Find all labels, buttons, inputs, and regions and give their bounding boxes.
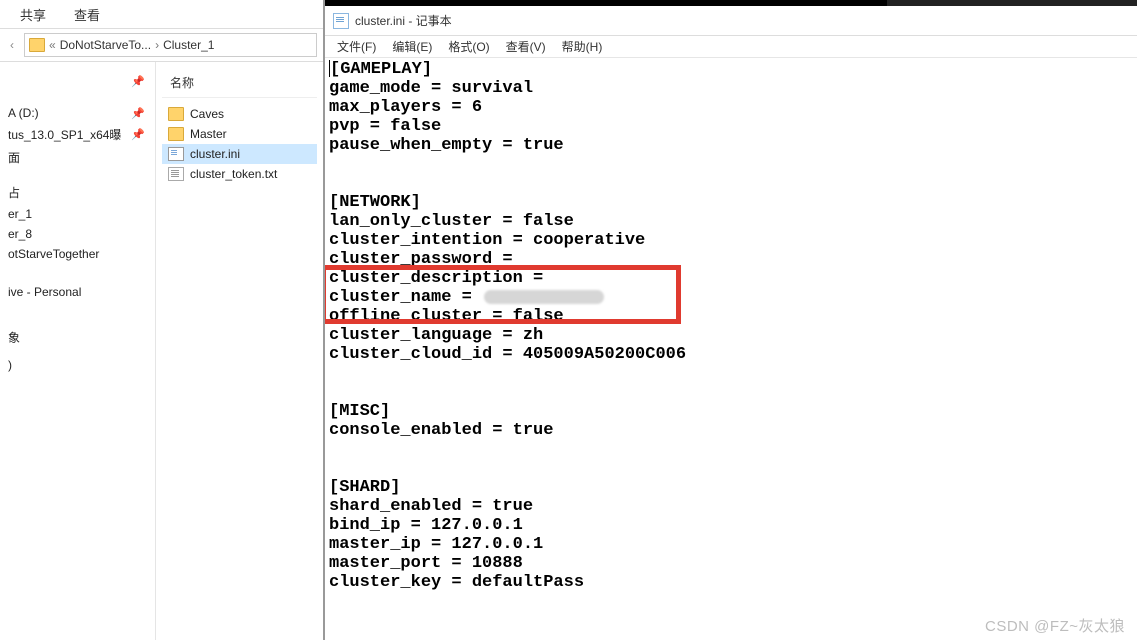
nav-back-icon[interactable]: ‹	[6, 35, 18, 55]
txt-file-icon	[168, 167, 184, 181]
watermark-text: CSDN @FZ~灰太狼	[985, 615, 1125, 636]
nav-item[interactable]: er_8	[0, 224, 155, 244]
nav-item[interactable]: tus_13.0_SP1_x64曝 📌	[0, 123, 155, 146]
nav-item[interactable]: 象	[0, 326, 155, 349]
editor-line: [NETWORK]	[329, 193, 1133, 212]
tab-share[interactable]: 共享	[6, 1, 60, 28]
editor-line: lan_only_cluster = false	[329, 212, 1133, 231]
navigation-pane: 📌 A (D:) 📌 tus_13.0_SP1_x64曝 📌 面占 er_1 er_8 otSt…	[0, 62, 156, 640]
redacted-value	[484, 290, 604, 304]
nav-item-label: 象	[8, 329, 20, 346]
editor-line: [GAMEPLAY]	[329, 60, 1133, 79]
file-row[interactable]: cluster_token.txt	[162, 164, 317, 184]
file-explorer-window: 共享 查看 ‹ « DoNotStarveTo... › Cluster_1 📌…	[0, 0, 325, 640]
notepad-app-icon	[333, 13, 349, 29]
file-name-label: Master	[190, 127, 227, 141]
editor-line: console_enabled = true	[329, 421, 1133, 440]
folder-icon	[29, 38, 45, 52]
folder-icon	[168, 127, 184, 141]
menu-edit[interactable]: 编辑(E)	[386, 36, 438, 57]
editor-line: max_players = 6	[329, 98, 1133, 117]
editor-line	[329, 440, 1133, 459]
nav-item[interactable]: )	[0, 355, 155, 375]
file-row[interactable]: Master	[162, 124, 317, 144]
chevron-right-icon: ›	[155, 38, 159, 52]
nav-item-label: 占	[8, 184, 20, 201]
nav-item[interactable]: A (D:) 📌	[0, 103, 155, 123]
nav-item-label: otStarveTogether	[8, 247, 99, 261]
explorer-body: 📌 A (D:) 📌 tus_13.0_SP1_x64曝 📌 面占 er_1 er_8 otSt…	[0, 62, 323, 640]
editor-line: cluster_intention = cooperative	[329, 231, 1133, 250]
editor-line: bind_ip = 127.0.0.1	[329, 516, 1133, 535]
folder-icon	[168, 107, 184, 121]
editor-line: cluster_description =	[329, 269, 1133, 288]
file-name-label: cluster.ini	[190, 147, 240, 161]
editor-line: pause_when_empty = true	[329, 136, 1133, 155]
ini-file-icon	[168, 147, 184, 161]
pin-icon: 📌	[131, 128, 145, 141]
menu-help[interactable]: 帮助(H)	[556, 36, 609, 57]
nav-item-label: 面	[8, 149, 20, 166]
file-name-label: Caves	[190, 107, 224, 121]
breadcrumb-seg-2[interactable]: Cluster_1	[163, 38, 214, 52]
notepad-window: cluster.ini - 记事本 文件(F) 编辑(E) 格式(O) 查看(V…	[325, 0, 1137, 640]
editor-line: cluster_name =	[329, 288, 1133, 307]
nav-item[interactable]: 📌	[0, 72, 155, 91]
pin-icon: 📌	[131, 75, 145, 88]
notepad-text-area[interactable]: [GAMEPLAY]game_mode = survivalmax_player…	[325, 58, 1137, 640]
editor-line: cluster_password =	[329, 250, 1133, 269]
editor-line: [MISC]	[329, 402, 1133, 421]
nav-item-label: er_8	[8, 227, 32, 241]
file-list-pane: 名称 Caves Master cluster.ini cluster_token.t…	[156, 62, 323, 640]
file-row[interactable]: Caves	[162, 104, 317, 124]
editor-line: offline_cluster = false	[329, 307, 1133, 326]
editor-line: shard_enabled = true	[329, 497, 1133, 516]
notepad-menubar: 文件(F) 编辑(E) 格式(O) 查看(V) 帮助(H)	[325, 36, 1137, 58]
editor-line: master_ip = 127.0.0.1	[329, 535, 1133, 554]
file-name-label: cluster_token.txt	[190, 167, 277, 181]
breadcrumb-seg-1[interactable]: DoNotStarveTo...	[60, 38, 151, 52]
nav-item-label: )	[8, 358, 12, 372]
editor-line: cluster_language = zh	[329, 326, 1133, 345]
editor-line	[329, 459, 1133, 478]
tab-view[interactable]: 查看	[60, 1, 114, 28]
nav-item[interactable]: 面	[0, 146, 155, 169]
explorer-address-bar: ‹ « DoNotStarveTo... › Cluster_1	[0, 28, 323, 62]
menu-view[interactable]: 查看(V)	[500, 36, 552, 57]
column-header-name[interactable]: 名称	[162, 70, 317, 98]
window-top-border	[325, 0, 1137, 6]
editor-line: cluster_key = defaultPass	[329, 573, 1133, 592]
editor-line: game_mode = survival	[329, 79, 1133, 98]
nav-item-label: tus_13.0_SP1_x64曝	[8, 126, 121, 143]
editor-line: pvp = false	[329, 117, 1133, 136]
editor-line	[329, 364, 1133, 383]
editor-line: master_port = 10888	[329, 554, 1133, 573]
explorer-ribbon-tabs: 共享 查看	[0, 0, 323, 28]
nav-item-label: ive - Personal	[8, 285, 81, 299]
window-title: cluster.ini - 记事本	[355, 12, 452, 29]
breadcrumb[interactable]: « DoNotStarveTo... › Cluster_1	[24, 33, 317, 57]
nav-item[interactable]: otStarveTogether	[0, 244, 155, 264]
editor-line: [SHARD]	[329, 478, 1133, 497]
menu-file[interactable]: 文件(F)	[331, 36, 382, 57]
menu-format[interactable]: 格式(O)	[442, 36, 495, 57]
nav-item-label: er_1	[8, 207, 32, 221]
editor-line: cluster_cloud_id = 405009A50200C006	[329, 345, 1133, 364]
chevron-right-icon: «	[49, 38, 56, 52]
nav-item-label: A (D:)	[8, 106, 39, 120]
nav-item[interactable]: er_1	[0, 204, 155, 224]
editor-line	[329, 383, 1133, 402]
file-row[interactable]: cluster.ini	[162, 144, 317, 164]
notepad-titlebar[interactable]: cluster.ini - 记事本	[325, 6, 1137, 36]
nav-item[interactable]: 占	[0, 181, 155, 204]
editor-line	[329, 174, 1133, 193]
pin-icon: 📌	[131, 107, 145, 120]
editor-line	[329, 155, 1133, 174]
nav-item[interactable]: ive - Personal	[0, 282, 155, 302]
